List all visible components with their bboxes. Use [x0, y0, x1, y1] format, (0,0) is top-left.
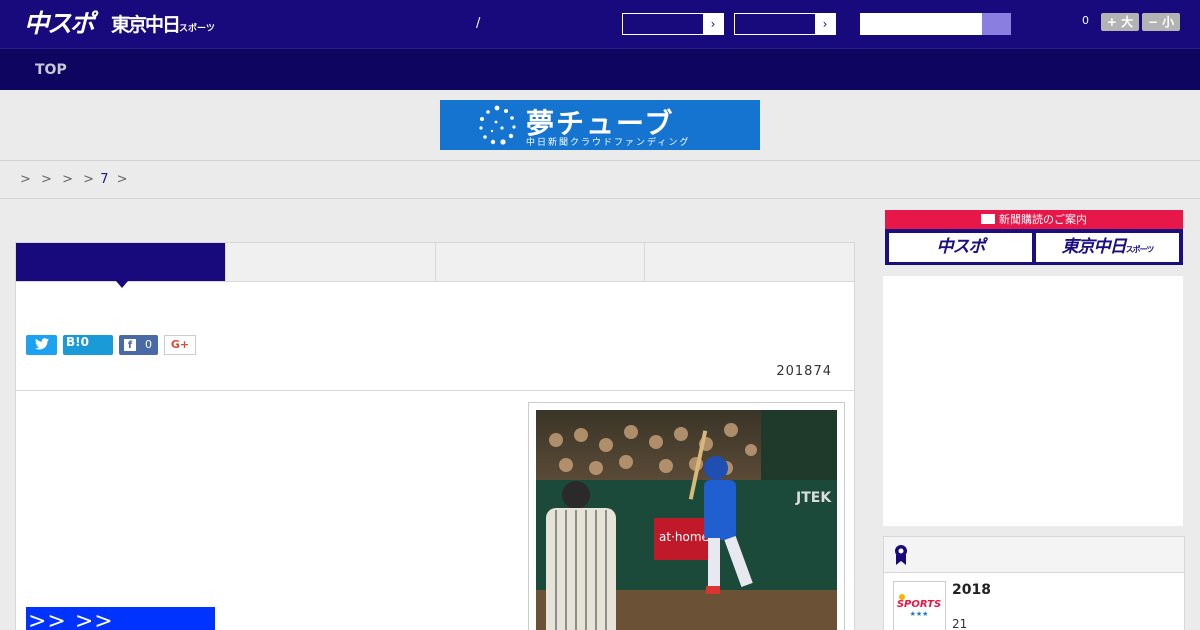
- nav-item-top[interactable]: TOP: [35, 62, 67, 78]
- breadcrumb-separator: >: [116, 172, 128, 187]
- site-header: 中スポ 東京中日スポーツ / › › 0 + 大 − 小: [0, 0, 1200, 48]
- twitter-share-button[interactable]: [26, 335, 57, 355]
- article-divider: [16, 390, 854, 391]
- ranking-item-title[interactable]: 2018: [952, 582, 991, 598]
- subscribe-tokyo-chunichi-link[interactable]: 東京中日スポーツ: [1036, 233, 1179, 262]
- breadcrumb-link[interactable]: 7: [100, 172, 108, 187]
- subscription-title: 新聞購読のご案内: [999, 213, 1087, 226]
- dots-logo-icon: [479, 105, 516, 145]
- chunichi-sports-logo[interactable]: 中スポ: [24, 8, 95, 40]
- svg-text:at·home: at·home: [659, 530, 709, 544]
- svg-text:★★★: ★★★: [910, 610, 929, 618]
- article-photo-frame: at·home JTEK: [528, 402, 845, 630]
- date-separator: /: [476, 16, 481, 31]
- facebook-icon: f: [124, 339, 136, 351]
- svg-text:JTEK: JTEK: [795, 490, 832, 506]
- tab-1[interactable]: [16, 243, 226, 288]
- ranking-thumbnail[interactable]: SPORTS ★★★: [893, 581, 946, 630]
- font-larger-button[interactable]: + 大: [1101, 13, 1139, 31]
- advertisement-slot[interactable]: [883, 276, 1183, 526]
- yume-tube-banner[interactable]: 夢チューブ 中日新聞クラウドファンディング: [440, 100, 760, 150]
- global-nav: TOP: [0, 48, 1200, 90]
- breadcrumb: > > > > 7 >: [20, 172, 134, 187]
- ranking-header: [884, 537, 1184, 573]
- publish-date: 201874: [776, 364, 832, 379]
- ranking-box: SPORTS ★★★ 2018 21: [883, 536, 1185, 630]
- ranking-item-sub: 21: [952, 617, 968, 630]
- breadcrumb-separator[interactable]: >: [20, 172, 31, 187]
- breadcrumb-separator[interactable]: >: [83, 172, 94, 187]
- subscribe-tokyo-chunichi-text: 東京中日: [1061, 237, 1127, 257]
- subscribe-chunichi-sports-link[interactable]: 中スポ: [889, 233, 1032, 262]
- tab-2[interactable]: [225, 243, 436, 281]
- article-panel: B!0 f 0 G+ 201874 at·home JTEK >> >>: [15, 242, 855, 630]
- search-button[interactable]: [982, 13, 1011, 35]
- category-select-2[interactable]: ›: [734, 13, 836, 35]
- font-smaller-button[interactable]: − 小: [1142, 13, 1180, 31]
- font-size-indicator: 0: [1082, 14, 1089, 27]
- more-link-button[interactable]: >> >>: [26, 607, 215, 630]
- subscribe-tokyo-chunichi-small: スポーツ: [1125, 245, 1155, 254]
- breadcrumb-separator[interactable]: >: [62, 172, 73, 187]
- breadcrumb-separator[interactable]: >: [41, 172, 52, 187]
- svg-text:SPORTS: SPORTS: [897, 599, 941, 610]
- chevron-right-icon[interactable]: ›: [815, 14, 835, 34]
- tokyo-chunichi-logo-small: スポーツ: [179, 24, 215, 34]
- tokyo-chunichi-logo-text: 東京中日: [111, 14, 181, 36]
- article-tabs: [16, 243, 854, 288]
- baseball-photo-image: at·home JTEK: [536, 410, 837, 630]
- hatena-bookmark-button[interactable]: B!0: [63, 335, 113, 355]
- tab-3[interactable]: [435, 243, 646, 281]
- tokyo-chunichi-logo[interactable]: 東京中日スポーツ: [111, 12, 215, 38]
- newspaper-icon: [981, 214, 995, 224]
- twitter-icon: [34, 338, 49, 350]
- subscription-box[interactable]: 新聞購読のご案内 中スポ 東京中日スポーツ: [885, 210, 1183, 265]
- facebook-count: 0: [145, 338, 152, 351]
- tab-4[interactable]: [645, 243, 854, 281]
- divider: [0, 198, 1200, 199]
- search-input[interactable]: [860, 13, 984, 35]
- google-plus-button[interactable]: G+: [164, 335, 196, 355]
- facebook-share-button[interactable]: f 0: [119, 335, 158, 355]
- chevron-right-icon[interactable]: ›: [703, 14, 723, 34]
- banner-subtitle: 中日新聞クラウドファンディング: [526, 138, 691, 148]
- category-select-1[interactable]: ›: [622, 13, 724, 35]
- divider: [0, 160, 1200, 161]
- sports-event-logo-image: SPORTS ★★★: [897, 594, 942, 618]
- ribbon-icon: [895, 545, 907, 565]
- article-photo[interactable]: at·home JTEK: [536, 410, 837, 630]
- subscription-header: 新聞購読のご案内: [885, 210, 1183, 229]
